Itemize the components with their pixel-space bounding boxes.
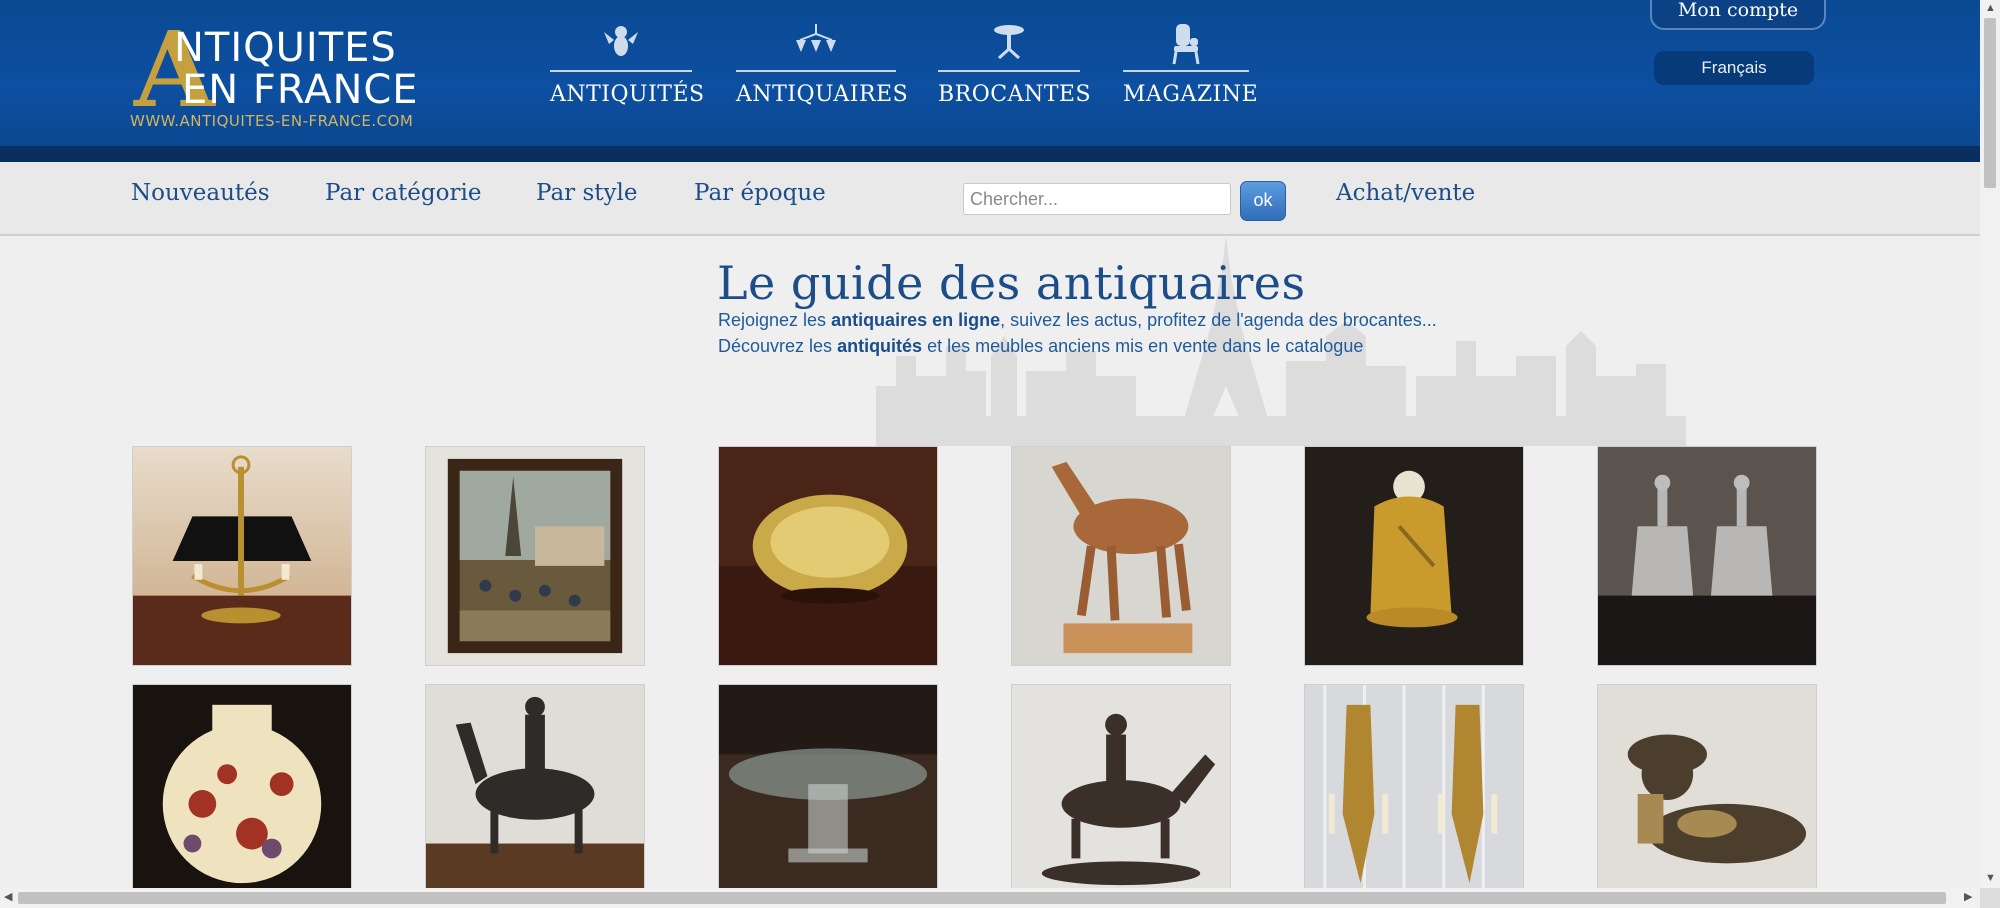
scroll-up-icon[interactable]: ▲ <box>1985 3 1996 14</box>
framed-market-painting-photo[interactable] <box>425 446 645 666</box>
site-header: A NTIQUITES EN FRANCE WWW.ANTIQUITES-EN-… <box>0 0 1980 146</box>
search-button[interactable]: ok <box>1240 181 1286 221</box>
bouillotte-lamp-photo[interactable] <box>132 446 352 666</box>
vertical-scrollbar[interactable]: ▲ ▼ <box>1980 0 2000 888</box>
subnav-par-style[interactable]: Par style <box>536 180 637 206</box>
subnav-nouveautes[interactable]: Nouveautés <box>131 180 270 206</box>
bronze-horseman-photo[interactable] <box>1011 684 1231 904</box>
logo-url: WWW.ANTIQUITES-EN-FRANCE.COM <box>130 112 414 130</box>
wooden-horse-model-photo[interactable] <box>1011 446 1231 666</box>
scroll-left-icon[interactable]: ◀ <box>4 892 12 903</box>
hero-line-1-end: , suivez les actus, profitez de l'agenda… <box>1000 310 1437 330</box>
search-input[interactable] <box>963 183 1231 215</box>
subnav-par-epoque[interactable]: Par époque <box>694 180 826 206</box>
gilt-bronze-dish-photo[interactable] <box>718 446 938 666</box>
page-title: Le guide des antiquaires <box>717 256 1306 310</box>
bronze-camel-rider-photo[interactable] <box>425 684 645 904</box>
scroll-right-icon[interactable]: ▶ <box>1964 892 1972 903</box>
account-tab[interactable]: Mon compte <box>1650 0 1826 30</box>
hero-line-2-end: et les meubles anciens mis en vente dans… <box>922 336 1364 356</box>
nav-antiquites-label: ANTIQUITÉS <box>550 82 705 107</box>
armchair-icon <box>1123 22 1249 66</box>
scroll-down-icon[interactable]: ▼ <box>1985 873 1996 884</box>
horizontal-scroll-thumb[interactable] <box>18 892 1946 904</box>
gilt-wall-sconces-photo[interactable] <box>1304 684 1524 904</box>
vertical-scroll-thumb[interactable] <box>1984 18 1996 188</box>
glass-coffee-table-photo[interactable] <box>718 684 938 904</box>
subnav-achat-vente[interactable]: Achat/vente <box>1336 180 1475 206</box>
glass-carafes-photo[interactable] <box>1597 446 1817 666</box>
header-divider <box>0 146 1980 162</box>
hero-line-2-start: Découvrez les <box>718 336 838 356</box>
cameo-glass-vase-photo[interactable] <box>132 684 352 904</box>
nav-antiquaires[interactable]: ANTIQUAIRES <box>736 22 909 112</box>
sub-nav: Nouveautés Par catégorie Par style Par é… <box>0 162 1980 236</box>
antiquites-link[interactable]: antiquités <box>837 336 922 356</box>
gilt-figure-statuette-photo[interactable] <box>1304 446 1524 666</box>
chandelier-icon <box>736 22 896 66</box>
logo-line-2: EN FRANCE <box>182 67 419 113</box>
scrollbar-corner <box>1980 888 2000 908</box>
hero-intro-line-1: Rejoignez les antiquaires en ligne, suiv… <box>718 310 1437 331</box>
pedestal-table-icon <box>938 22 1080 66</box>
logo-line-1: NTIQUITES <box>174 25 397 71</box>
horizontal-scrollbar[interactable]: ◀ ▶ <box>0 888 1980 908</box>
nav-magazine[interactable]: MAGAZINE <box>1123 22 1259 112</box>
nav-magazine-label: MAGAZINE <box>1123 82 1259 107</box>
bronze-reclining-child-photo[interactable] <box>1597 684 1817 904</box>
cherub-icon <box>550 22 692 66</box>
site-logo[interactable]: A NTIQUITES EN FRANCE WWW.ANTIQUITES-EN-… <box>130 18 450 134</box>
hero-intro-line-2: Découvrez les antiquités et les meubles … <box>718 336 1363 357</box>
nav-antiquites[interactable]: ANTIQUITÉS <box>550 22 705 112</box>
language-selector[interactable]: Français <box>1654 51 1814 85</box>
antiquaires-en-ligne-link[interactable]: antiquaires en ligne <box>831 310 1000 330</box>
nav-brocantes[interactable]: BROCANTES <box>938 22 1092 112</box>
nav-antiquaires-label: ANTIQUAIRES <box>736 82 909 107</box>
subnav-par-categorie[interactable]: Par catégorie <box>325 180 481 206</box>
hero-line-1-start: Rejoignez les <box>718 310 832 330</box>
nav-brocantes-label: BROCANTES <box>938 82 1092 107</box>
